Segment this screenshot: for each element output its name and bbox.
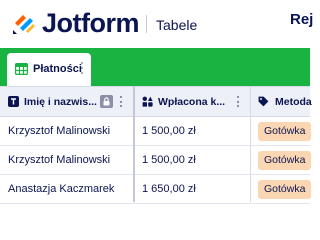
- table-row[interactable]: Krzysztof Malinowski 1 500,00 zł Gotówka: [0, 146, 312, 175]
- method-tag[interactable]: Gotówka: [258, 151, 312, 170]
- shapes-icon: [142, 96, 153, 107]
- cell-amount[interactable]: 1 500,00 zł: [142, 146, 196, 174]
- signup-link[interactable]: Rej: [290, 11, 313, 29]
- tag-icon: [258, 96, 269, 107]
- tab-bar: Płatności: [0, 48, 310, 86]
- cell-name[interactable]: Anastazja Kaczmarek: [8, 175, 114, 203]
- tab-label: Płatności: [33, 63, 82, 75]
- method-tag[interactable]: Gotówka: [258, 122, 312, 141]
- text-type-icon: [8, 96, 19, 107]
- lock-icon: [100, 95, 113, 108]
- column-divider[interactable]: [133, 86, 135, 202]
- table-header: Imię i nazwis... Wpłacona k... Metoda: [0, 86, 312, 117]
- column-divider[interactable]: [250, 86, 251, 202]
- tab-platnosci[interactable]: Płatności: [7, 53, 91, 86]
- table-grid-icon: [15, 63, 28, 75]
- column-header-amount[interactable]: Wpłacona k...: [136, 87, 250, 117]
- column-header-name[interactable]: Imię i nazwis...: [0, 87, 134, 117]
- column-header-label: Imię i nazwis...: [24, 96, 97, 108]
- app-header: Jotform Tabele Rej: [0, 0, 313, 48]
- column-header-method[interactable]: Metoda: [251, 87, 312, 117]
- data-table: Imię i nazwis... Wpłacona k... Metoda Kr…: [0, 86, 312, 204]
- cell-name[interactable]: Krzysztof Malinowski: [8, 117, 110, 145]
- cell-amount[interactable]: 1 650,00 zł: [142, 175, 196, 203]
- table-row[interactable]: Anastazja Kaczmarek 1 650,00 zł Gotówka: [0, 175, 312, 204]
- column-header-label: Wpłacona k...: [158, 96, 226, 108]
- column-header-label: Metoda: [275, 96, 312, 108]
- column-menu-icon[interactable]: [119, 96, 123, 109]
- product-name: Tabele: [156, 17, 198, 33]
- jotform-logo-icon[interactable]: [12, 9, 36, 35]
- column-menu-icon[interactable]: [236, 96, 240, 109]
- cell-name[interactable]: Krzysztof Malinowski: [8, 146, 110, 174]
- cell-amount[interactable]: 1 500,00 zł: [142, 117, 196, 145]
- method-tag[interactable]: Gotówka: [258, 180, 312, 199]
- header-divider: [146, 15, 147, 33]
- table-row[interactable]: Krzysztof Malinowski 1 500,00 zł Gotówka: [0, 117, 312, 146]
- tab-menu-icon[interactable]: [80, 62, 84, 76]
- brand-name[interactable]: Jotform: [42, 8, 140, 38]
